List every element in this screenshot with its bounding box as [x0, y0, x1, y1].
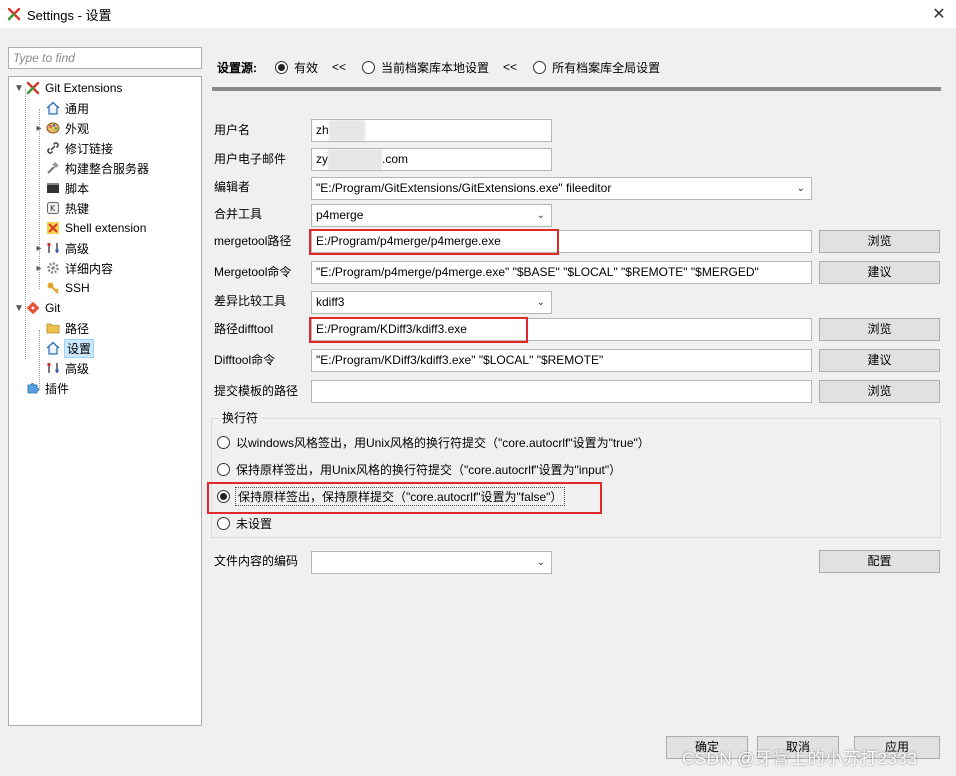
search-input[interactable]: Type to find [8, 47, 202, 69]
title-bar: Settings - 设置 ✕ [0, 0, 956, 28]
tools-icon [45, 360, 61, 376]
chevron-down-icon[interactable]: ▼ [13, 83, 25, 94]
chevron-down-icon: ⌄ [536, 210, 545, 221]
mergetool-cmd-input[interactable]: "E:/Program/p4merge/p4merge.exe" "$BASE"… [311, 261, 812, 284]
separator [212, 87, 941, 91]
hammer-icon [45, 160, 61, 176]
commit-template-label: 提交模板的路径 [214, 384, 299, 398]
email-label: 用户电子邮件 [214, 152, 287, 166]
difftool-path-label: 路径difftool [214, 322, 274, 336]
tree-item-scripts[interactable]: 脚本 [33, 178, 89, 198]
home-icon [45, 340, 61, 356]
commit-template-browse-button[interactable]: 浏览 [819, 380, 940, 403]
radio-button[interactable] [217, 462, 230, 476]
mergetool-suggest-button[interactable]: 建议 [819, 261, 940, 284]
chevron-right-icon[interactable]: ▸ [33, 243, 45, 254]
tree-item-advanced[interactable]: ▸ 高级 [33, 238, 89, 258]
editor-combo[interactable]: "E:/Program/GitExtensions/GitExtensions.… [311, 177, 812, 200]
gear-icon [45, 260, 61, 276]
keyboard-key-icon: K [45, 200, 61, 216]
tree-item-revision-links[interactable]: 修订链接 [33, 138, 113, 158]
tree-item-git-advanced[interactable]: 高级 [33, 358, 89, 378]
tree-item-shell-extension[interactable]: Shell extension [33, 218, 146, 238]
watermark: CSDN @牙膏上的小苏打2333 [682, 749, 918, 768]
tree-item-detailed[interactable]: ▸ 详细内容 [33, 258, 113, 278]
email-input[interactable]: zyxxxxxxxxx.com [311, 148, 552, 171]
chevron-down-icon: ⌄ [536, 297, 545, 308]
difftool-label: 差异比较工具 [214, 294, 287, 308]
encoding-label: 文件内容的编码 [214, 554, 299, 568]
tree-item-plugins[interactable]: 插件 [13, 378, 69, 398]
chevron-down-icon[interactable]: ▼ [13, 303, 25, 314]
mergetool-label: 合并工具 [214, 207, 263, 221]
tree-item-hotkeys[interactable]: K 热键 [33, 198, 89, 218]
home-icon [45, 100, 61, 116]
settings-tree: ▼ Git Extensions 通用 ▸ 外观 修订链接 构建整合服务器 脚本… [8, 76, 202, 726]
window-title: Settings - 设置 [27, 7, 112, 23]
key-icon [45, 280, 61, 296]
terminal-icon [45, 180, 61, 196]
autocrlf-false-option[interactable]: 保持原样签出，保持原样提交（"core.autocrlf"设置为"false"） [217, 486, 566, 506]
link-icon [45, 140, 61, 156]
encoding-combo[interactable]: ⌄ [311, 551, 552, 574]
tree-item-git[interactable]: ▼ Git [13, 298, 60, 318]
editor-label: 编辑者 [214, 180, 251, 194]
tree-item-config[interactable]: 设置 [33, 338, 95, 358]
mergetool-combo[interactable]: p4merge ⌄ [311, 204, 552, 227]
radio-button[interactable] [217, 516, 230, 530]
autocrlf-input-option[interactable]: 保持原样签出，用Unix风格的换行符提交（"core.autocrlf"设置为"… [217, 459, 621, 479]
difftool-browse-button[interactable]: 浏览 [819, 318, 940, 341]
chevron-down-icon: ⌄ [536, 557, 545, 568]
source-effective-radio[interactable] [275, 60, 288, 74]
close-icon[interactable]: ✕ [928, 3, 950, 25]
settings-source-label: 设置源: [217, 60, 257, 75]
tree-item-git-extensions[interactable]: ▼ Git Extensions [13, 78, 122, 98]
mergetool-path-label: mergetool路径 [214, 234, 292, 248]
mergetool-path-input[interactable]: E:/Program/p4merge/p4merge.exe [311, 230, 812, 253]
radio-button[interactable] [217, 435, 230, 449]
tree-item-ssh[interactable]: SSH [33, 278, 90, 298]
chevron-right-icon[interactable]: ▸ [33, 263, 45, 274]
difftool-cmd-input[interactable]: "E:/Program/KDiff3/kdiff3.exe" "$LOCAL" … [311, 349, 812, 372]
settings-source-row: 设置源: 有效 << 当前档案库本地设置 << 所有档案库全局设置 [217, 60, 661, 75]
commit-template-input[interactable] [311, 380, 812, 403]
tree-item-appearance[interactable]: ▸ 外观 [33, 118, 89, 138]
autocrlf-unset-option[interactable]: 未设置 [217, 513, 272, 533]
mergetool-cmd-label: Mergetool命令 [214, 265, 292, 279]
line-endings-title: 换行符 [219, 409, 262, 426]
git-extensions-icon [25, 80, 41, 96]
source-global-radio[interactable] [533, 60, 547, 74]
difftool-cmd-label: Difftool命令 [214, 353, 276, 367]
difftool-combo[interactable]: kdiff3 ⌄ [311, 291, 552, 314]
difftool-suggest-button[interactable]: 建议 [819, 349, 940, 372]
tools-icon [45, 240, 61, 256]
tree-item-paths[interactable]: 路径 [33, 318, 89, 338]
chevron-right-icon[interactable]: ▸ [33, 123, 45, 134]
tree-item-build-server[interactable]: 构建整合服务器 [33, 158, 149, 178]
shell-extension-icon [45, 220, 61, 236]
autocrlf-true-option[interactable]: 以windows风格签出，用Unix风格的换行符提交（"core.autocrl… [217, 432, 650, 452]
svg-text:K: K [50, 204, 56, 213]
radio-button-checked[interactable] [217, 489, 230, 503]
username-label: 用户名 [214, 123, 251, 137]
settings-client: Type to find ▼ Git Extensions 通用 ▸ 外观 修订… [0, 28, 956, 776]
chevron-down-icon: ⌄ [796, 183, 805, 194]
folder-icon [45, 320, 61, 336]
difftool-path-input[interactable]: E:/Program/KDiff3/kdiff3.exe [311, 318, 812, 341]
redacted: xxxxxx [328, 120, 365, 141]
username-input[interactable]: zhxxxxxx [311, 119, 552, 142]
puzzle-icon [25, 380, 41, 396]
configure-button[interactable]: 配置 [819, 550, 940, 573]
tree-item-general[interactable]: 通用 [33, 98, 89, 118]
git-extensions-logo-icon [7, 7, 21, 21]
source-local-radio[interactable] [362, 60, 376, 74]
git-logo-icon [25, 300, 41, 316]
palette-icon [45, 120, 61, 136]
mergetool-browse-button[interactable]: 浏览 [819, 230, 940, 253]
redacted: xxxxxxxxx [328, 149, 382, 170]
